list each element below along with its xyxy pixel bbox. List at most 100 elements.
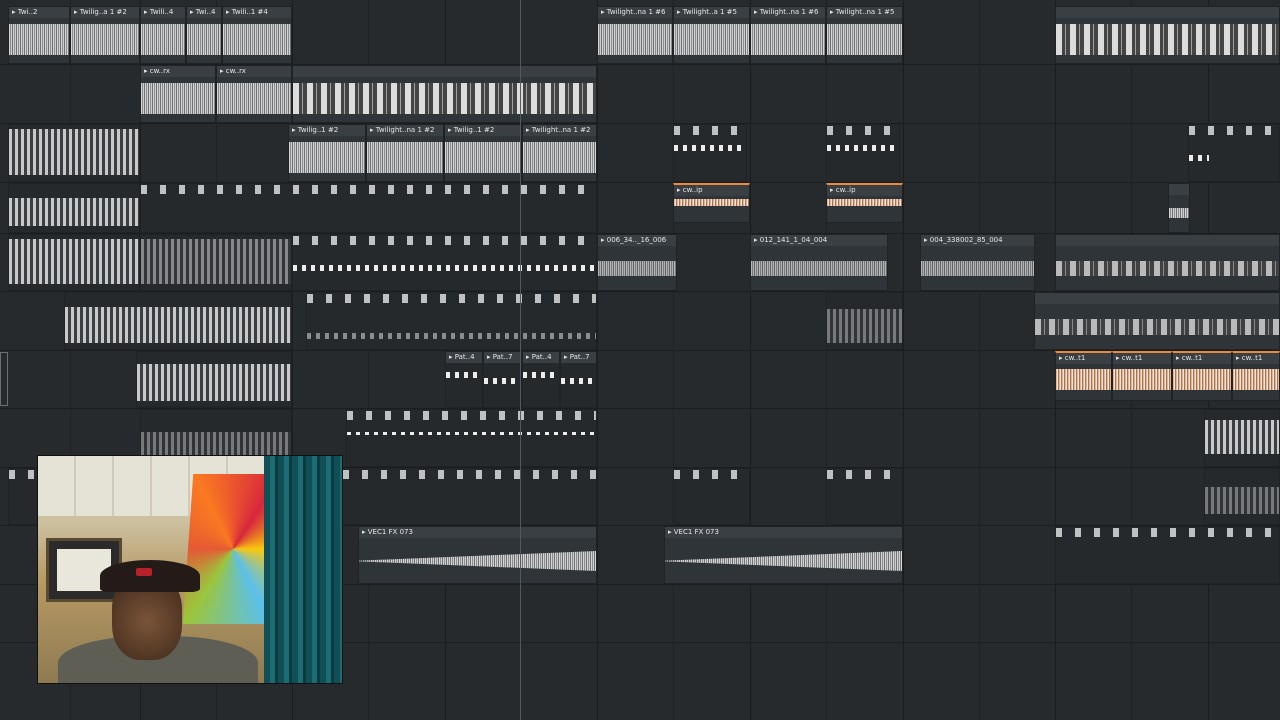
pattern-notes bbox=[446, 372, 482, 378]
audio-clip-selected[interactable]: ▸ cw..t1 bbox=[1112, 351, 1172, 401]
clip-name: ▸ cw..t1 bbox=[1233, 353, 1279, 364]
pattern-clip[interactable] bbox=[1204, 409, 1280, 467]
audio-clip-selected[interactable]: ▸ cw..t1 bbox=[1232, 351, 1280, 401]
pattern-notes bbox=[827, 145, 899, 151]
clip-name: ▸ Twilig..1 #2 bbox=[289, 125, 365, 136]
clip-name: ▸ 012_141_1_04_004 bbox=[751, 235, 887, 246]
waveform bbox=[9, 239, 139, 284]
audio-clip[interactable] bbox=[1034, 292, 1280, 350]
pattern-clip[interactable]: ▸ Pat..4 bbox=[522, 351, 560, 408]
audio-clip[interactable]: ▸ Twi..4 bbox=[186, 6, 222, 64]
pattern-icon bbox=[674, 470, 749, 479]
audio-clip[interactable]: ▸ VEC1 FX 073 bbox=[358, 526, 597, 584]
pattern-icon bbox=[1056, 528, 1279, 537]
waveform bbox=[1056, 261, 1279, 276]
audio-clip-selected[interactable]: ▸ cw..t1 bbox=[1172, 351, 1232, 401]
audio-clip[interactable]: ▸ Twili..1 #4 bbox=[222, 6, 292, 64]
audio-clip-selected[interactable]: ▸ cw..t1 bbox=[1055, 351, 1112, 401]
clip-name: ▸ Pat..7 bbox=[484, 352, 521, 363]
pattern-clip[interactable]: ▸ Pat..7 bbox=[483, 351, 522, 408]
audio-clip[interactable]: ▸ Twilig..1 #2 bbox=[444, 124, 522, 182]
pattern-icon bbox=[827, 470, 902, 479]
audio-clip[interactable]: ▸ Twilight..na 1 #2 bbox=[366, 124, 444, 182]
clip-name: ▸ cw..t1 bbox=[1056, 353, 1111, 364]
clip-header bbox=[1169, 184, 1189, 195]
waveform bbox=[598, 24, 672, 55]
clip-header bbox=[1056, 235, 1279, 246]
pattern-clip[interactable] bbox=[140, 183, 597, 233]
waveform bbox=[523, 142, 596, 173]
waveform bbox=[9, 129, 139, 175]
webcam-person-cap bbox=[100, 560, 200, 592]
waveform bbox=[1056, 369, 1111, 390]
waveform bbox=[9, 24, 69, 55]
audio-clip[interactable]: ▸ Twilight..na 1 #6 bbox=[597, 6, 673, 64]
pattern-icon bbox=[827, 126, 899, 135]
audio-clip-selected[interactable]: ▸ cw..ip bbox=[673, 183, 750, 223]
pattern-clip[interactable] bbox=[342, 468, 597, 525]
waveform bbox=[289, 142, 365, 173]
clip-name: ▸ Twili..1 #4 bbox=[223, 7, 291, 18]
vertical-scroll-handle[interactable] bbox=[0, 352, 8, 406]
pattern-clip[interactable]: ▸ Pat..7 bbox=[560, 351, 597, 408]
pattern-clip[interactable] bbox=[1055, 526, 1280, 584]
audio-clip-selected[interactable]: ▸ cw..ip bbox=[826, 183, 903, 223]
waveform bbox=[141, 24, 185, 55]
audio-clip[interactable]: ▸ cw..rx bbox=[216, 65, 292, 123]
pattern-clip[interactable] bbox=[826, 292, 903, 350]
audio-clip[interactable]: ▸ Twilight..na 1 #2 bbox=[522, 124, 597, 182]
clip-name: ▸ Twilight..na 1 #6 bbox=[751, 7, 825, 18]
pattern-clip[interactable] bbox=[826, 468, 903, 525]
audio-clip[interactable]: ▸ Twilight..na 1 #5 bbox=[826, 6, 903, 64]
pattern-clip[interactable] bbox=[8, 468, 38, 525]
clip-header bbox=[293, 66, 596, 77]
pattern-notes bbox=[293, 265, 596, 271]
pattern-clip[interactable] bbox=[1204, 468, 1280, 525]
audio-clip[interactable] bbox=[292, 65, 597, 123]
clip-header bbox=[1056, 7, 1279, 18]
audio-clip[interactable] bbox=[1168, 183, 1190, 233]
audio-clip[interactable]: ▸ 006_34.._16_006 bbox=[597, 234, 677, 291]
pattern-clip[interactable] bbox=[136, 351, 292, 408]
clip-name: ▸ cw..rx bbox=[141, 66, 215, 77]
pattern-notes bbox=[1189, 155, 1209, 161]
audio-clip[interactable] bbox=[1055, 6, 1280, 64]
pattern-clip[interactable] bbox=[8, 124, 140, 182]
audio-clip[interactable]: ▸ Twilight..a 1 #5 bbox=[673, 6, 750, 64]
waveform bbox=[1113, 369, 1171, 390]
clip-name: ▸ cw..rx bbox=[217, 66, 291, 77]
audio-clip[interactable]: ▸ 004_338002_85_004 bbox=[920, 234, 1035, 291]
pattern-clip[interactable] bbox=[8, 183, 140, 233]
audio-clip[interactable]: ▸ Twi..2 bbox=[8, 6, 70, 64]
pattern-clip[interactable] bbox=[826, 124, 900, 182]
grid-line bbox=[673, 0, 674, 720]
pattern-clip[interactable] bbox=[64, 292, 292, 350]
audio-clip[interactable] bbox=[1055, 234, 1280, 291]
audio-clip[interactable]: ▸ Twilig..1 #2 bbox=[288, 124, 366, 182]
audio-clip[interactable]: ▸ VEC1 FX 073 bbox=[664, 526, 903, 584]
playhead-line[interactable] bbox=[520, 0, 521, 720]
clip-header bbox=[1035, 293, 1279, 304]
audio-clip[interactable]: ▸ 012_141_1_04_004 bbox=[750, 234, 888, 291]
audio-clip[interactable]: ▸ Twili..4 bbox=[140, 6, 186, 64]
pattern-notes bbox=[523, 372, 559, 378]
clip-name: ▸ 004_338002_85_004 bbox=[921, 235, 1034, 246]
clip-name: ▸ Twi..2 bbox=[9, 7, 69, 18]
pattern-clip[interactable] bbox=[673, 468, 750, 525]
pattern-clip[interactable] bbox=[673, 124, 747, 182]
audio-clip[interactable]: ▸ Twilig..a 1 #2 bbox=[70, 6, 140, 64]
audio-clip[interactable]: ▸ Twilight..na 1 #6 bbox=[750, 6, 826, 64]
webcam-overlay bbox=[37, 455, 343, 684]
pattern-clip[interactable] bbox=[1188, 124, 1280, 182]
clip-name: ▸ Twilig..1 #2 bbox=[445, 125, 521, 136]
pattern-clip[interactable] bbox=[140, 234, 292, 291]
waveform bbox=[827, 199, 902, 206]
waveform bbox=[674, 199, 749, 206]
waveform bbox=[921, 261, 1034, 276]
pattern-clip[interactable]: ▸ Pat..4 bbox=[445, 351, 483, 408]
pattern-clip[interactable] bbox=[306, 292, 597, 350]
audio-clip[interactable]: ▸ cw..rx bbox=[140, 65, 216, 123]
pattern-clip[interactable] bbox=[346, 409, 597, 467]
pattern-clip[interactable] bbox=[8, 234, 140, 291]
pattern-clip[interactable] bbox=[292, 234, 597, 291]
